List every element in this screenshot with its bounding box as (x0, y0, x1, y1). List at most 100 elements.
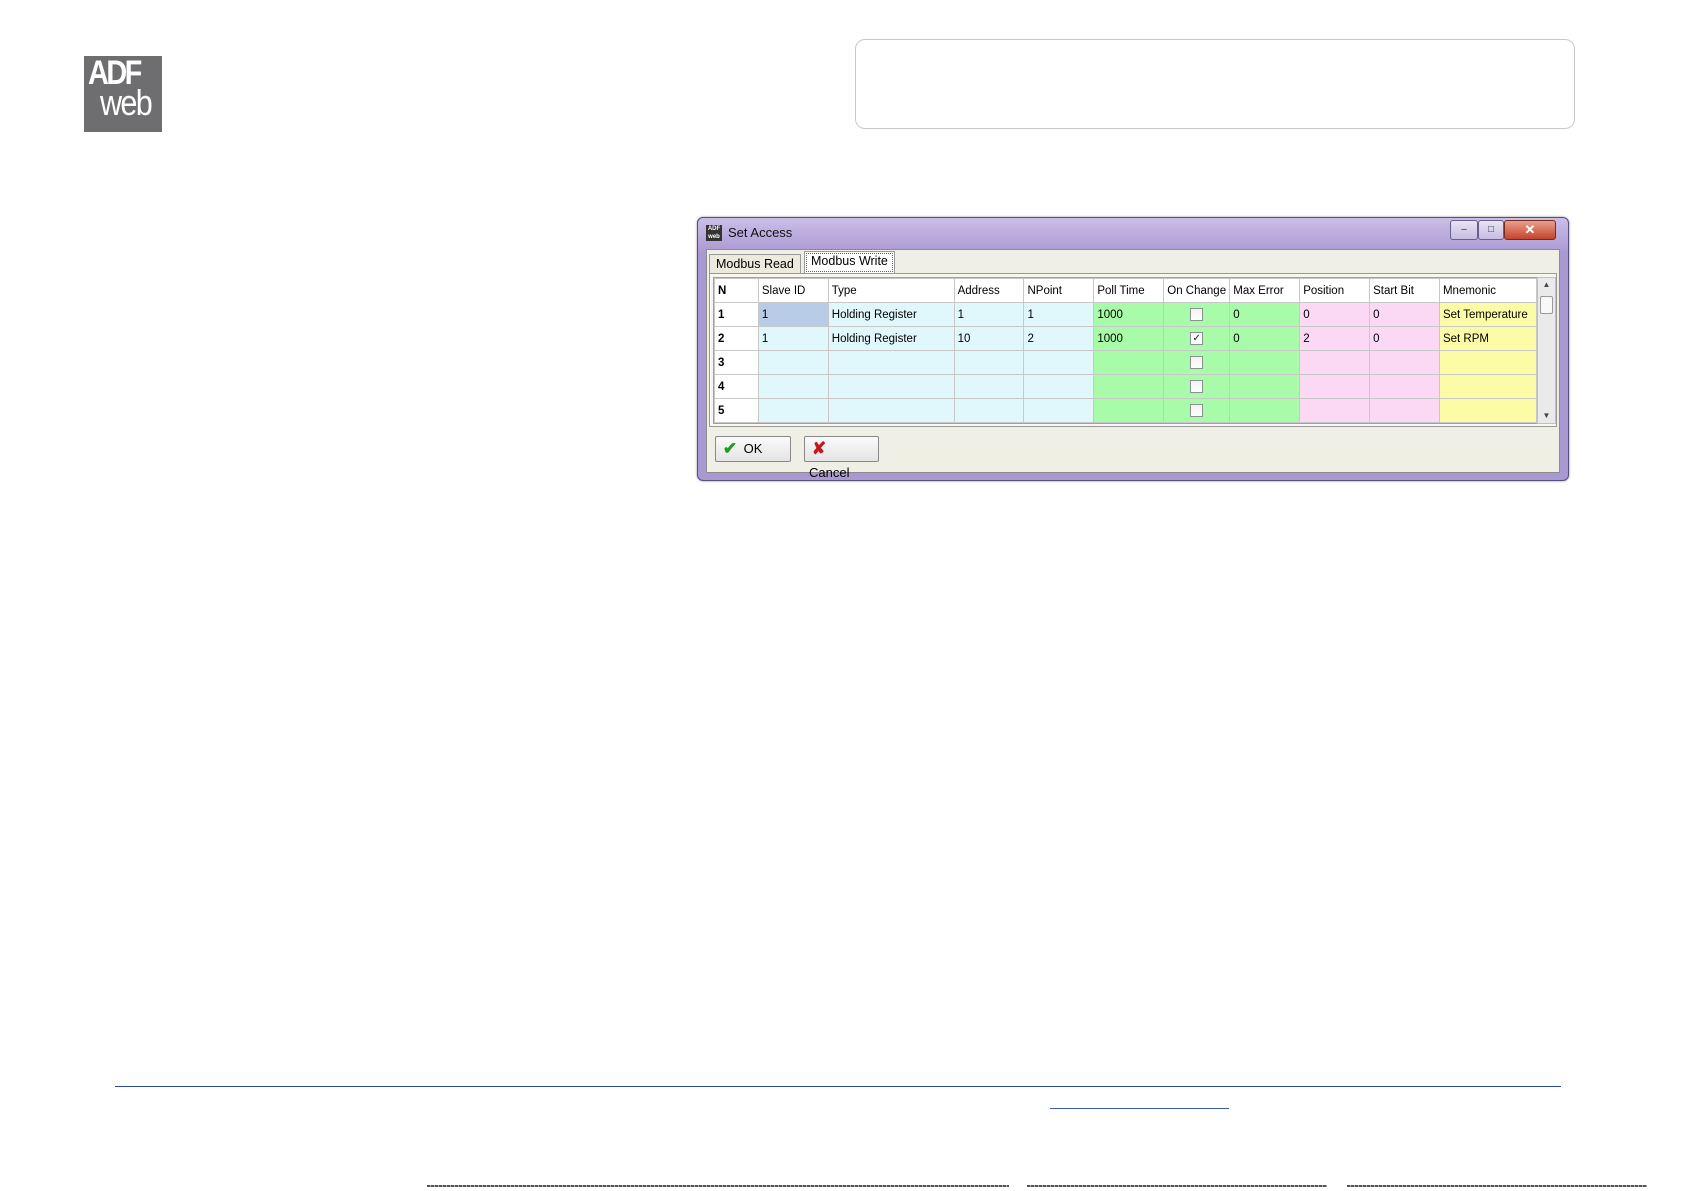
column-header-start-bit[interactable]: Start Bit (1369, 278, 1440, 303)
title-bar[interactable]: ADF web Set Access – □ ✕ (698, 218, 1568, 248)
cell-mnemonic[interactable] (1438, 350, 1537, 375)
column-header-position[interactable]: Position (1299, 278, 1371, 303)
cell-poll-time[interactable] (1093, 350, 1165, 375)
close-button[interactable]: ✕ (1504, 220, 1556, 240)
tab-modbus-write[interactable]: Modbus Write (804, 251, 895, 274)
cell-max-error[interactable] (1229, 398, 1301, 423)
set-access-dialog: ADF web Set Access – □ ✕ Modbus Read Modb… (697, 217, 1569, 481)
maximize-button[interactable]: □ (1478, 220, 1504, 240)
cell-type[interactable] (827, 350, 955, 375)
cell-start-bit[interactable]: 0 (1369, 302, 1440, 327)
column-header-n[interactable]: N (714, 278, 759, 303)
on-change-checkbox[interactable]: ✓ (1190, 332, 1204, 345)
adfweb-logo: ADF web (84, 56, 162, 132)
cell-position[interactable]: 0 (1299, 302, 1371, 327)
logo-text-web: web (100, 82, 153, 123)
table-row[interactable]: 4 (714, 374, 1537, 399)
cell-start-bit[interactable]: 0 (1369, 326, 1440, 351)
cell-address[interactable] (953, 374, 1025, 399)
row-number[interactable]: 4 (714, 374, 759, 399)
cell-mnemonic[interactable]: Set RPM (1438, 326, 1537, 351)
cell-mnemonic[interactable] (1438, 398, 1537, 423)
column-header-mnemonic[interactable]: Mnemonic (1438, 278, 1537, 303)
cell-poll-time[interactable]: 1000 (1093, 326, 1165, 351)
cell-type[interactable]: Holding Register (827, 326, 955, 351)
table-scrollbar[interactable]: ▲ ▼ (1537, 277, 1556, 424)
minimize-button[interactable]: – (1450, 220, 1478, 240)
cell-npoint[interactable]: 1 (1023, 302, 1095, 327)
cell-position[interactable] (1299, 398, 1371, 423)
cell-on-change[interactable] (1163, 350, 1231, 375)
ok-button[interactable]: ✔ OK (715, 436, 791, 462)
bottom-edge-strip (0, 1185, 1685, 1187)
cell-npoint[interactable] (1023, 398, 1095, 423)
cancel-label: Cancel (809, 465, 850, 480)
footer-divider (115, 1086, 1561, 1087)
cell-poll-time[interactable]: 1000 (1093, 302, 1165, 327)
cell-mnemonic[interactable]: Set Temperature (1438, 302, 1537, 327)
row-number[interactable]: 2 (714, 326, 759, 351)
table-row[interactable]: 5 (714, 398, 1537, 423)
row-number[interactable]: 3 (714, 350, 759, 375)
cell-position[interactable]: 2 (1299, 326, 1371, 351)
cell-start-bit[interactable] (1369, 350, 1440, 375)
cell-max-error[interactable]: 0 (1229, 326, 1301, 351)
table-row[interactable]: 1 1 Holding Register 1 1 1000 0 0 0 Set Temperatu… (714, 302, 1537, 327)
cell-npoint[interactable] (1023, 374, 1095, 399)
column-header-on-change[interactable]: On Change (1163, 278, 1231, 303)
cell-slave-id[interactable]: 1 (757, 302, 829, 327)
scroll-down-icon[interactable]: ▼ (1538, 409, 1555, 423)
table-header-row: N Slave ID Type Address NPoint Poll Time… (714, 278, 1537, 303)
column-header-address[interactable]: Address (953, 278, 1025, 303)
on-change-checkbox[interactable] (1190, 404, 1204, 417)
cell-slave-id[interactable] (757, 350, 829, 375)
cell-position[interactable] (1299, 374, 1371, 399)
cell-address[interactable]: 1 (953, 302, 1025, 327)
cell-slave-id[interactable] (757, 374, 829, 399)
column-header-npoint[interactable]: NPoint (1023, 278, 1095, 303)
cell-type[interactable] (827, 398, 955, 423)
cell-on-change[interactable] (1163, 398, 1231, 423)
on-change-checkbox[interactable] (1190, 356, 1204, 369)
cell-on-change[interactable]: ✓ (1163, 326, 1231, 351)
column-header-max-error[interactable]: Max Error (1229, 278, 1301, 303)
app-icon: ADF web (706, 225, 722, 241)
cell-max-error[interactable]: 0 (1229, 302, 1301, 327)
access-table: N Slave ID Type Address NPoint Poll Time… (714, 278, 1537, 423)
tab-panel: N Slave ID Type Address NPoint Poll Time… (709, 273, 1557, 427)
on-change-checkbox[interactable] (1190, 380, 1204, 393)
ok-label: OK (743, 441, 763, 456)
access-table-container: N Slave ID Type Address NPoint Poll Time… (713, 277, 1538, 424)
cell-on-change[interactable] (1163, 302, 1231, 327)
cell-slave-id[interactable]: 1 (757, 326, 829, 351)
column-header-poll-time[interactable]: Poll Time (1093, 278, 1165, 303)
cell-mnemonic[interactable] (1438, 374, 1537, 399)
cell-max-error[interactable] (1229, 350, 1301, 375)
cell-start-bit[interactable] (1369, 398, 1440, 423)
row-number[interactable]: 1 (714, 302, 759, 327)
cell-address[interactable]: 10 (953, 326, 1025, 351)
on-change-checkbox[interactable] (1190, 308, 1204, 321)
table-row[interactable]: 2 1 Holding Register 10 2 1000 ✓ 0 2 0 Set RPM (714, 326, 1537, 351)
column-header-type[interactable]: Type (827, 278, 955, 303)
cancel-button[interactable]: ✘ Cancel (804, 436, 879, 480)
cell-type[interactable] (827, 374, 955, 399)
table-row[interactable]: 3 (714, 350, 1537, 375)
cell-position[interactable] (1299, 350, 1371, 375)
column-header-slave-id[interactable]: Slave ID (757, 278, 829, 303)
scroll-up-icon[interactable]: ▲ (1538, 278, 1555, 292)
cell-poll-time[interactable] (1093, 398, 1165, 423)
cell-type[interactable]: Holding Register (827, 302, 955, 327)
cell-npoint[interactable]: 2 (1023, 326, 1095, 351)
cell-slave-id[interactable] (757, 398, 829, 423)
row-number[interactable]: 5 (714, 398, 759, 423)
cell-poll-time[interactable] (1093, 374, 1165, 399)
footer-link-underline[interactable] (1050, 1108, 1229, 1109)
cell-address[interactable] (953, 350, 1025, 375)
scroll-thumb[interactable] (1540, 296, 1553, 314)
cell-npoint[interactable] (1023, 350, 1095, 375)
cell-on-change[interactable] (1163, 374, 1231, 399)
cell-address[interactable] (953, 398, 1025, 423)
cell-start-bit[interactable] (1369, 374, 1440, 399)
cell-max-error[interactable] (1229, 374, 1301, 399)
